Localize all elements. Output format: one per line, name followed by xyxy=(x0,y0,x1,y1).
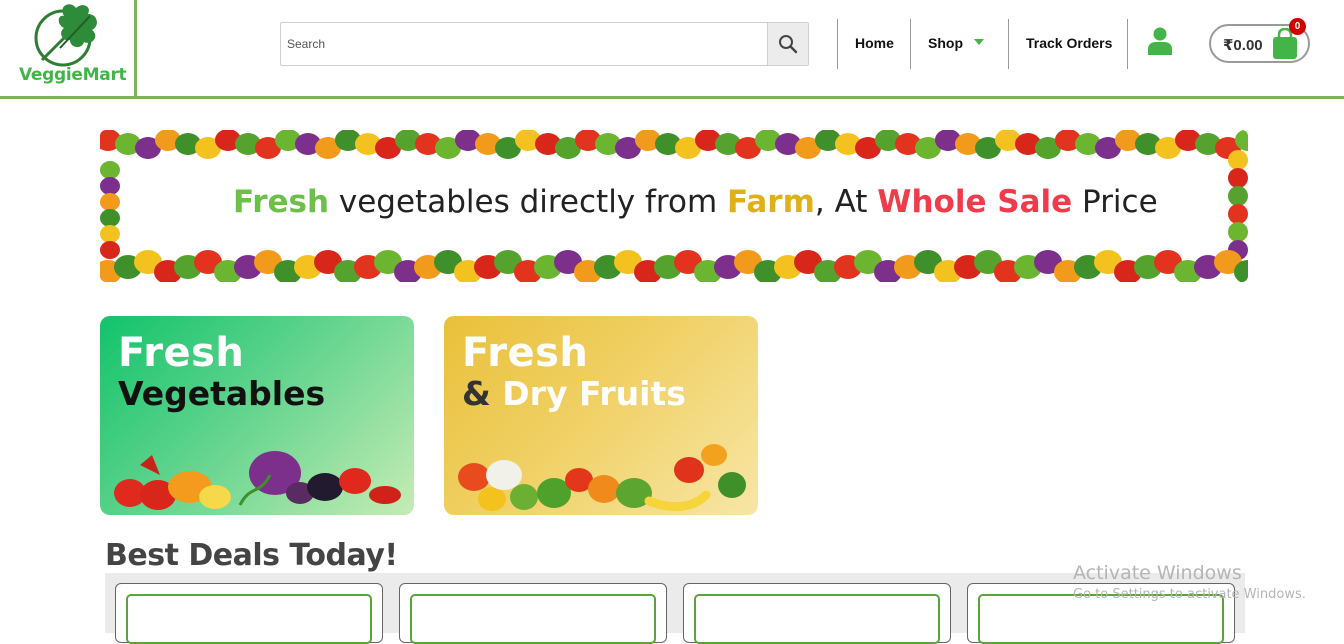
category-title: Fresh xyxy=(118,330,245,376)
nav-divider xyxy=(1127,19,1128,69)
category-amp: & xyxy=(462,374,503,413)
spinach-leaf-icon xyxy=(34,4,97,67)
category-card-dry-fruits[interactable]: Fresh & Dry Fruits xyxy=(444,316,758,515)
nav-divider xyxy=(837,19,838,69)
deal-card[interactable] xyxy=(683,583,951,644)
search-input[interactable] xyxy=(281,23,768,65)
banner-headline: Fresh vegetables directly from Farm, At … xyxy=(233,184,1158,220)
nav-divider xyxy=(910,19,911,69)
deal-card[interactable] xyxy=(399,583,667,644)
nav-home-link[interactable]: Home xyxy=(855,35,894,51)
deal-image-frame xyxy=(694,594,940,644)
chevron-down-icon[interactable] xyxy=(974,39,984,45)
user-icon[interactable] xyxy=(1148,27,1172,55)
banner-word-fresh: Fresh xyxy=(233,184,330,220)
banner-text-at: , At xyxy=(814,184,878,220)
brand-name: VeggieMart xyxy=(19,65,127,85)
category-card-vegetables[interactable]: Fresh Vegetables xyxy=(100,316,414,515)
nav-shop-link[interactable]: Shop xyxy=(928,35,963,51)
fruits-image xyxy=(458,444,746,512)
deal-image-frame xyxy=(126,594,372,644)
activate-windows-hint: Go to Settings to activate Windows. xyxy=(1073,587,1306,602)
deal-card[interactable] xyxy=(115,583,383,644)
best-deals-heading: Best Deals Today! xyxy=(105,538,398,573)
banner-word-price: Price xyxy=(1072,184,1158,220)
banner-word-whole-sale: Whole Sale xyxy=(877,184,1073,220)
cart-total: ₹0.00 xyxy=(1223,37,1263,54)
banner-text-middle: vegetables directly from xyxy=(329,184,728,220)
nav-track-orders-link[interactable]: Track Orders xyxy=(1026,35,1112,51)
site-header: VeggieMart Home Shop Track Orders ₹0.00 … xyxy=(0,0,1344,99)
search-button[interactable] xyxy=(767,23,808,65)
category-title: Fresh xyxy=(462,330,589,376)
category-subtitle-text: Dry Fruits xyxy=(502,374,686,413)
cart-count-badge: 0 xyxy=(1289,18,1306,35)
search-bar xyxy=(280,22,809,66)
search-icon xyxy=(779,35,798,54)
category-subtitle: & Dry Fruits xyxy=(462,374,686,413)
deal-image-frame xyxy=(410,594,656,644)
activate-windows-title: Activate Windows xyxy=(1073,562,1242,584)
nav-divider xyxy=(1008,19,1009,69)
logo[interactable]: VeggieMart xyxy=(0,0,137,96)
vegetables-image xyxy=(114,451,401,510)
banner-word-farm: Farm xyxy=(727,184,815,220)
category-subtitle: Vegetables xyxy=(118,374,326,413)
